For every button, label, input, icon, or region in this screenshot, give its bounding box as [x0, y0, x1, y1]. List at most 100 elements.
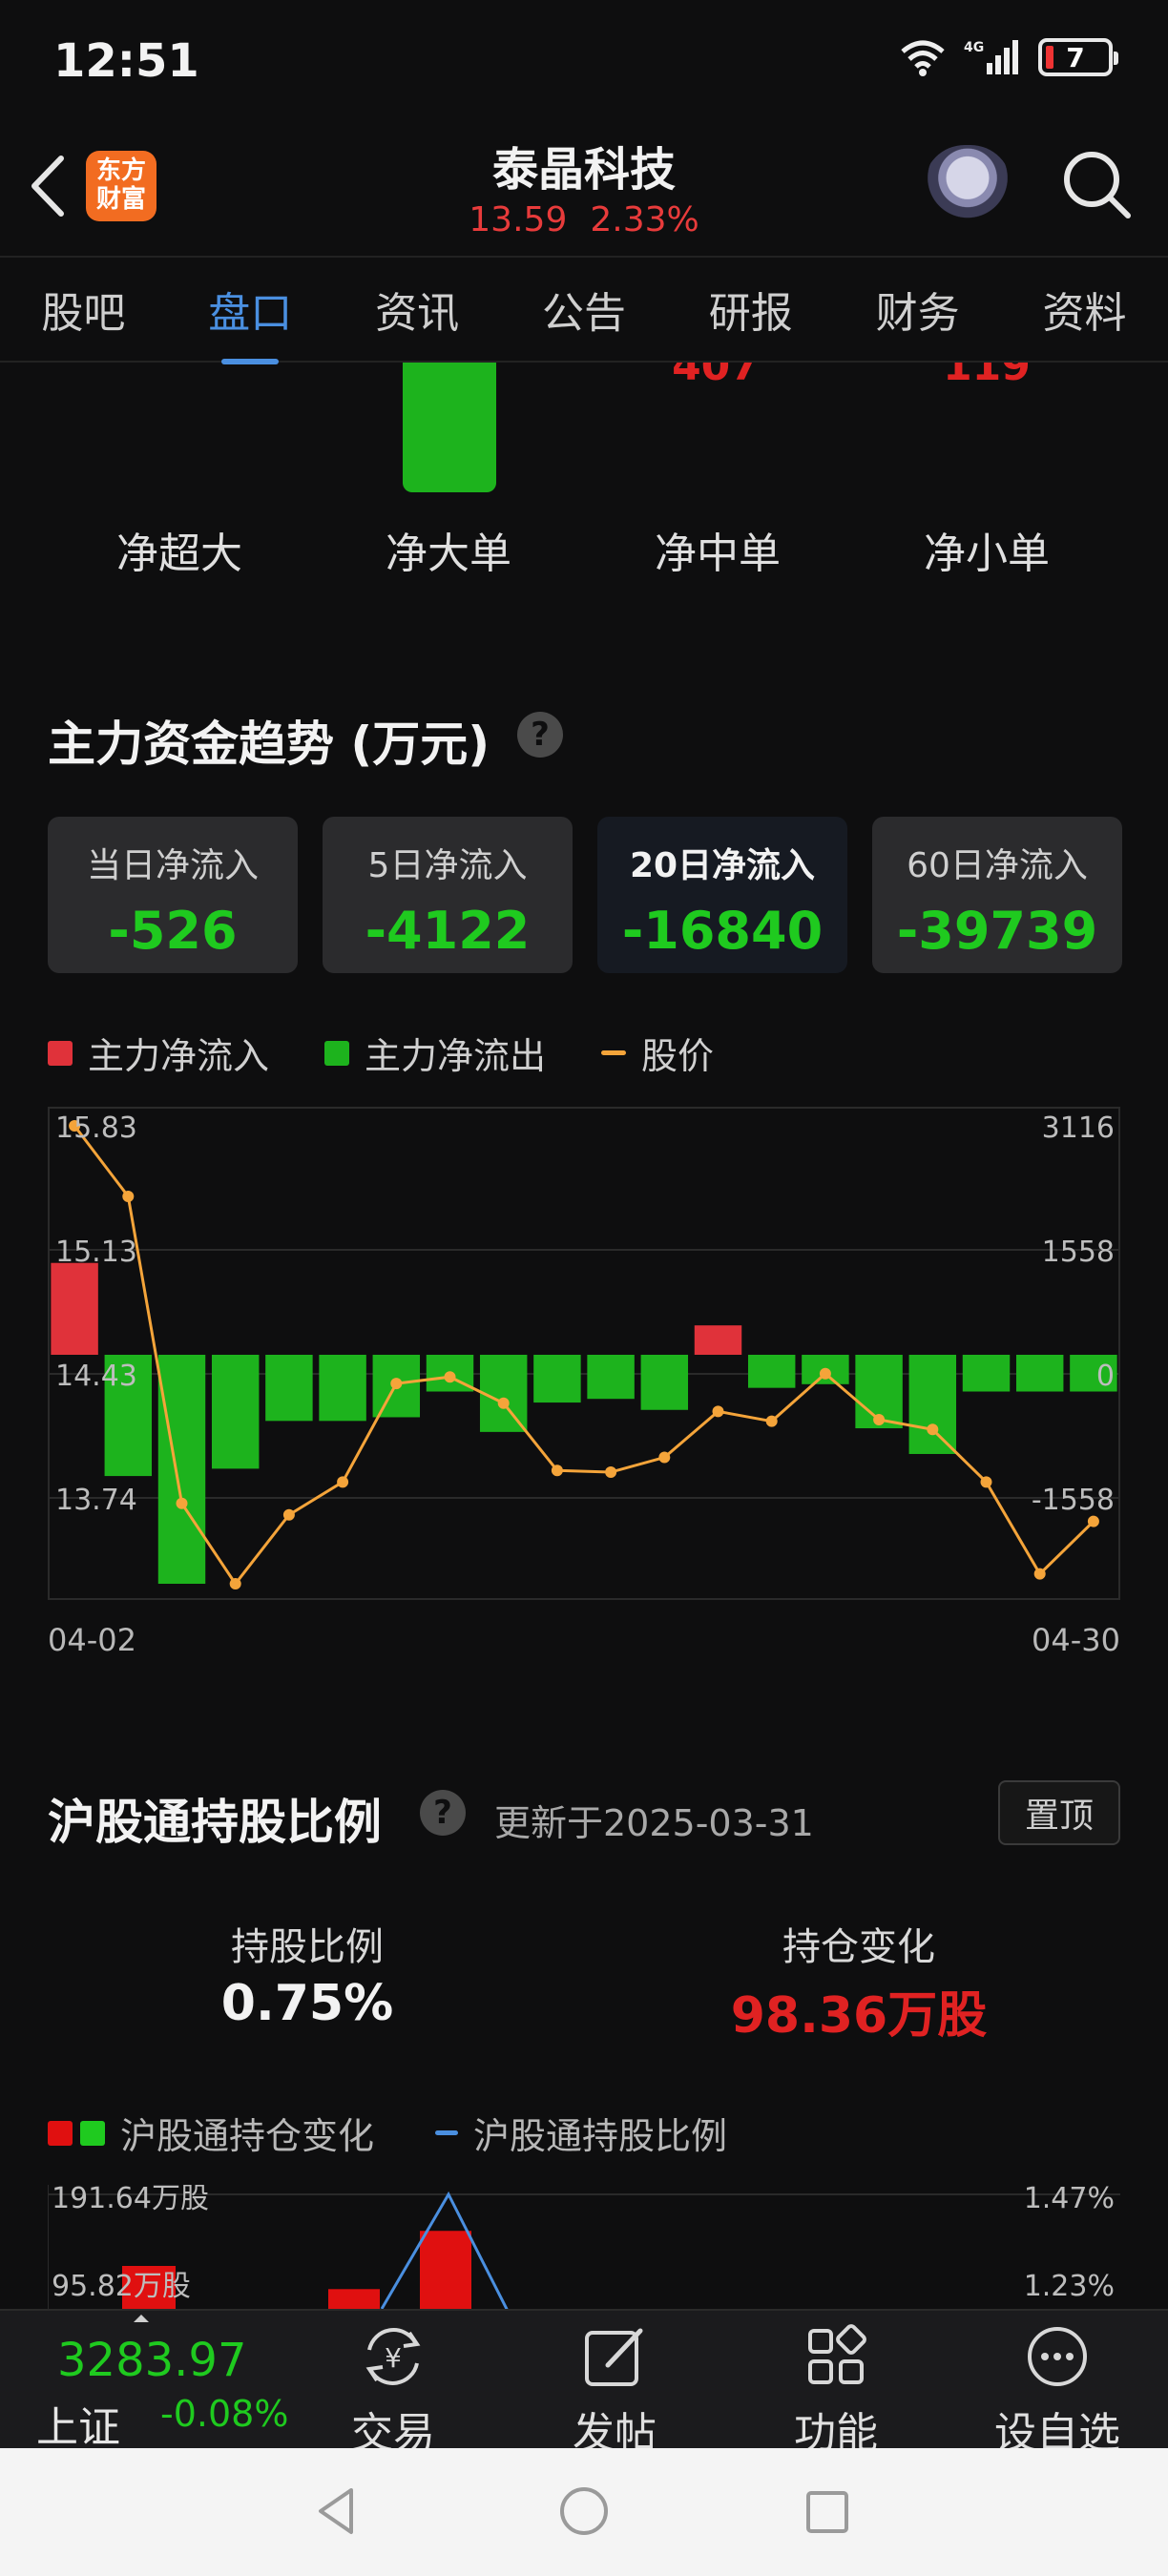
cellular-signal-icon: 4G — [964, 40, 1018, 74]
hk-green-swatch — [80, 2120, 105, 2146]
tab-bar: 股吧 盘口 资讯 公告 研报 财务 资料 — [0, 256, 1168, 364]
hk-red-swatch — [48, 2120, 73, 2146]
right-axis-label: -1558 — [1032, 1484, 1115, 1517]
legend-inflow: 主力净流入 — [48, 1027, 269, 1079]
pin-top-button[interactable]: 置顶 — [998, 1780, 1120, 1845]
stock-change-pct: 2.33% — [590, 200, 699, 239]
tab-finance[interactable]: 财务 — [876, 279, 960, 340]
card-label: 当日净流入 — [86, 846, 259, 885]
hold-ratio-value: 0.75% — [220, 1975, 394, 2032]
net-super-large-label: 净超大 — [116, 530, 242, 578]
help-icon[interactable]: ? — [517, 712, 563, 758]
chart-end-date: 04-30 — [1032, 1622, 1120, 1658]
index-change[interactable]: -0.08% — [160, 2393, 288, 2435]
chart-start-date: 04-02 — [48, 1622, 136, 1658]
outflow-bar — [533, 1355, 581, 1403]
card-today-net[interactable]: 当日净流入 -526 — [48, 817, 298, 973]
nav-functions[interactable]: 功能 — [740, 2320, 931, 2460]
price-point — [551, 1465, 563, 1477]
outflow-bar — [962, 1355, 1011, 1392]
card-label: 20日净流入 — [629, 846, 816, 885]
main-fund-trend-chart[interactable]: 15.8315.1314.4313.7413.04311615580-1558-… — [48, 1107, 1120, 1603]
nav-post[interactable]: 发帖 — [519, 2320, 710, 2460]
status-icons: 4G 7 — [899, 38, 1118, 76]
index-value[interactable]: 3283.97 — [57, 2334, 247, 2387]
price-point — [444, 1371, 456, 1383]
svg-text:4G: 4G — [964, 40, 984, 55]
index-name[interactable]: 上证 — [36, 2393, 120, 2454]
left-axis-label: 15.83 — [55, 1111, 137, 1145]
net-large-label: 净大单 — [386, 530, 511, 578]
main-trend-title: 主力资金趋势 (万元) — [48, 717, 490, 772]
hold-change-value: 98.36万股 — [730, 1987, 988, 2045]
tab-guba[interactable]: 股吧 — [41, 279, 125, 340]
legend-outflow-label: 主力净流出 — [365, 1035, 547, 1077]
card-5d-net[interactable]: 5日净流入 -4122 — [323, 817, 573, 973]
tab-pankou[interactable]: 盘口 — [208, 279, 292, 364]
card-label: 60日净流入 — [907, 846, 1088, 885]
caret-up-icon — [134, 2315, 149, 2322]
compose-icon — [585, 2328, 643, 2386]
card-20d-net[interactable]: 20日净流入 -16840 — [597, 817, 847, 973]
help-icon[interactable]: ? — [420, 1790, 466, 1836]
right-axis-label: 3116 — [1042, 1111, 1115, 1145]
price-point — [1087, 1515, 1099, 1527]
stock-price: 13.59 — [469, 200, 568, 239]
hk-left-axis-label: 95.82万股 — [52, 2270, 191, 2303]
status-time: 12:51 — [53, 34, 199, 88]
left-axis-label: 13.74 — [55, 1484, 137, 1517]
price-point — [658, 1451, 671, 1464]
system-recents-icon[interactable] — [803, 2488, 851, 2536]
system-back-icon[interactable] — [313, 2484, 361, 2538]
hk-connect-chart[interactable]: 191.64万股 95.82万股 1.47% 1.23% — [48, 2185, 1120, 2309]
net-large-order-bar — [403, 363, 496, 492]
outflow-swatch — [324, 1040, 350, 1066]
right-axis-label: 0 — [1096, 1360, 1115, 1393]
price-point — [927, 1423, 939, 1436]
tab-profile[interactable]: 资料 — [1042, 279, 1126, 340]
price-point — [1033, 1568, 1046, 1580]
outflow-bar — [157, 1355, 206, 1584]
chart-frame — [48, 1107, 1120, 1600]
legend-outflow: 主力净流出 — [324, 1027, 546, 1079]
outflow-bar — [908, 1355, 957, 1454]
right-axis-label: 1558 — [1042, 1236, 1115, 1269]
system-home-icon[interactable] — [557, 2484, 611, 2538]
price-point — [980, 1476, 992, 1488]
outflow-bar — [747, 1355, 796, 1388]
card-value: -39739 — [896, 901, 1098, 961]
outflow-bar — [1015, 1355, 1064, 1392]
tab-announcements[interactable]: 公告 — [542, 279, 626, 340]
hk-right-axis-label: 1.23% — [1024, 2270, 1115, 2303]
update-date: 更新于2025-03-31 — [494, 1802, 814, 1844]
search-icon[interactable] — [1061, 149, 1134, 221]
legend-inflow-label: 主力净流入 — [88, 1035, 270, 1077]
left-axis-label: 14.43 — [55, 1360, 137, 1393]
trade-icon: ¥ — [365, 2328, 421, 2385]
nav-trade[interactable]: ¥ 交易 — [298, 2320, 489, 2460]
tab-research[interactable]: 研报 — [709, 279, 793, 340]
card-label: 5日净流入 — [367, 846, 528, 885]
legend-price: 股价 — [601, 1027, 714, 1079]
legend-hk-ratio-label: 沪股通持股比例 — [473, 2115, 728, 2157]
net-medium-label: 净中单 — [655, 530, 781, 578]
tab-news[interactable]: 资讯 — [375, 279, 459, 340]
card-60d-net[interactable]: 60日净流入 -39739 — [872, 817, 1122, 973]
price-point — [873, 1413, 886, 1425]
inflow-bar — [694, 1325, 742, 1355]
outflow-bar — [319, 1355, 366, 1422]
hk-line-swatch — [435, 2130, 459, 2135]
price-point — [176, 1497, 188, 1509]
nav-watchlist[interactable]: 设自选 — [962, 2320, 1153, 2460]
inflow-bar — [51, 1262, 98, 1355]
assistant-robot-icon[interactable] — [924, 145, 1012, 227]
battery-level: 7 — [1066, 41, 1085, 73]
price-point — [819, 1367, 831, 1380]
svg-text:¥: ¥ — [385, 2342, 402, 2374]
inflow-swatch — [48, 1040, 73, 1066]
outflow-bar — [479, 1355, 528, 1432]
price-swatch — [601, 1050, 627, 1055]
hold-change-label: 持仓变化 — [782, 1925, 935, 1969]
hk-chart-legend: 沪股通持仓变化 沪股通持股比例 — [48, 2107, 727, 2159]
grid-apps-icon — [808, 2324, 866, 2384]
